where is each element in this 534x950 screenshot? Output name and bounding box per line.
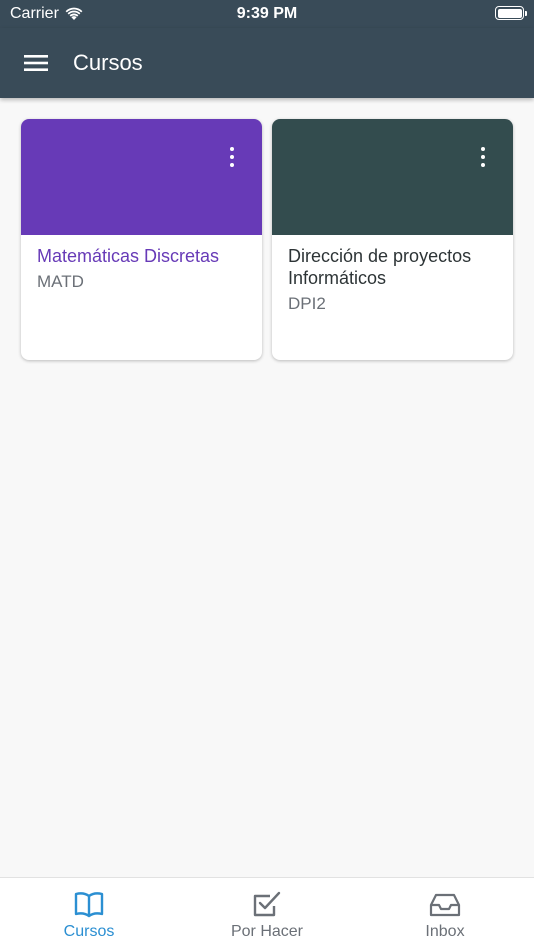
open-book-icon <box>74 892 104 918</box>
course-code: DPI2 <box>288 294 326 313</box>
battery-icon <box>495 6 527 20</box>
tab-inbox[interactable]: Inbox <box>356 878 534 950</box>
course-code: MATD <box>37 272 84 291</box>
tab-label: Por Hacer <box>230 923 304 940</box>
page-title: Cursos <box>73 50 143 75</box>
more-options-icon[interactable] <box>473 145 493 169</box>
course-list: Matemáticas Discretas MATD Dirección de … <box>21 119 513 360</box>
tab-cursos[interactable]: Cursos <box>0 878 178 950</box>
course-banner <box>21 119 262 235</box>
course-card[interactable]: Dirección de proyectos Informáticos DPI2 <box>272 119 513 360</box>
course-name: Dirección de proyectos Informáticos <box>288 246 472 288</box>
status-bar: Carrier 9:39 PM <box>0 0 534 28</box>
status-time: 9:39 PM <box>236 5 298 22</box>
inbox-tray-icon <box>429 893 461 917</box>
checkbox-icon <box>253 891 281 917</box>
menu-button[interactable] <box>18 48 54 78</box>
course-name: Matemáticas Discretas <box>37 246 220 266</box>
more-options-icon[interactable] <box>222 145 242 169</box>
course-card[interactable]: Matemáticas Discretas MATD <box>21 119 262 360</box>
hamburger-menu-icon <box>24 55 48 71</box>
tab-por-hacer[interactable]: Por Hacer <box>178 878 356 950</box>
tab-label: Inbox <box>425 923 465 940</box>
tab-label: Cursos <box>63 923 115 940</box>
bottom-tab-bar: Cursos Por Hacer Inbox <box>0 877 534 950</box>
app-bar: Cursos <box>0 28 534 98</box>
course-banner <box>272 119 513 235</box>
